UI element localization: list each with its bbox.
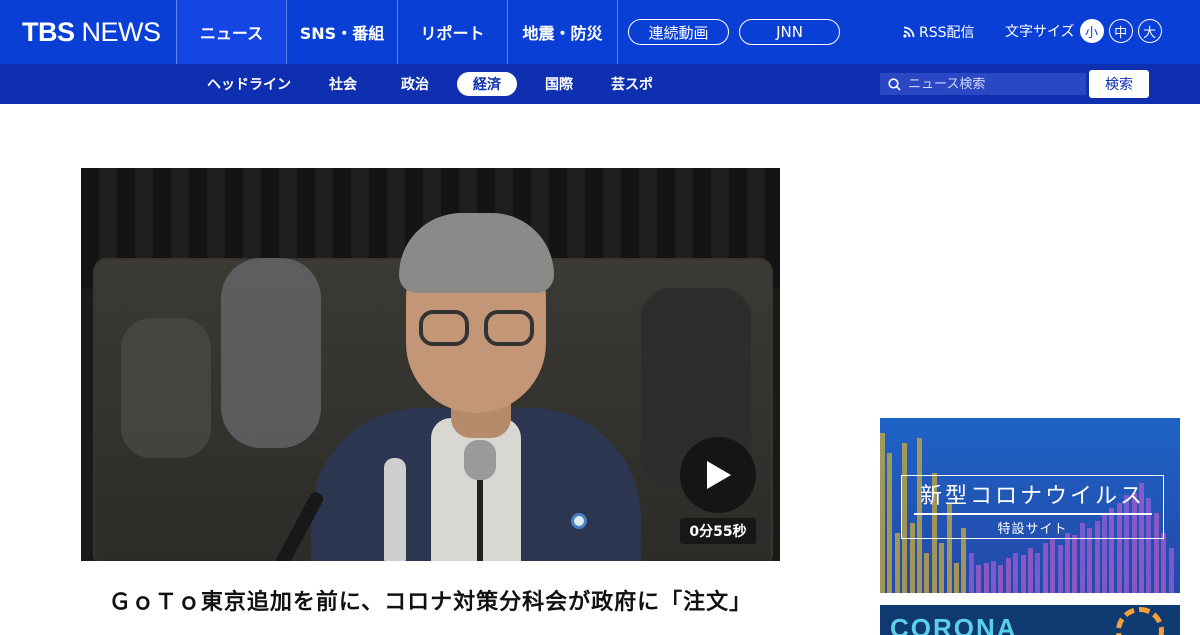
tbs-news-logo[interactable]: TBS NEWS (22, 14, 161, 50)
font-size-small-button[interactable]: 小 (1079, 19, 1104, 43)
search-button[interactable]: 検索 (1089, 70, 1149, 98)
site-header: TBS NEWS ニュース SNS・番組 リポート 地震・防災 連続動画 JNN… (0, 0, 1200, 64)
banner-decor-bar (1013, 553, 1019, 593)
rss-label: RSS配信 (919, 25, 975, 41)
news-search (880, 73, 1086, 95)
search-input[interactable] (908, 76, 1078, 92)
banner-decor-bar (976, 565, 982, 593)
play-button[interactable] (680, 437, 756, 513)
banner-decor-bar (1005, 558, 1011, 593)
banner-decor-bar (887, 453, 893, 593)
banner-decor-bar (983, 563, 989, 593)
nav-item-report[interactable]: リポート (397, 0, 507, 64)
banner-decor-bar (1161, 533, 1167, 593)
microphone (464, 440, 496, 480)
search-icon (888, 77, 901, 91)
subnav-item-society[interactable]: 社会 (313, 72, 373, 96)
font-size-control: 文字サイズ 小 中 大 (1005, 19, 1162, 43)
banner-decor-bar (1020, 555, 1026, 593)
banner-decor-bar (924, 553, 930, 593)
corona-banner-2[interactable]: CORONA (880, 605, 1180, 635)
play-icon (707, 461, 731, 489)
font-size-label: 文字サイズ (1005, 24, 1075, 40)
banner2-title: CORONA (890, 613, 1018, 635)
banner-decor-bar (1072, 535, 1078, 593)
banner-decor-bar (1035, 553, 1041, 593)
font-size-medium-button[interactable]: 中 (1108, 19, 1133, 43)
microphone-stand (477, 468, 483, 561)
banner-decor-bar (1050, 538, 1056, 593)
banner-decor-bar (1042, 543, 1048, 593)
banner-subtitle: 特設サイト (997, 521, 1068, 537)
speaker-glasses (484, 310, 534, 346)
banner-box: 新型コロナウイルス 特設サイト (901, 475, 1164, 539)
banner-decor-bar (939, 543, 945, 593)
rss-link[interactable]: RSS配信 (903, 22, 975, 42)
microphone (384, 458, 406, 561)
lapel-pin (571, 513, 587, 529)
font-size-large-button[interactable]: 大 (1137, 19, 1162, 43)
banner-decor-bar (894, 533, 900, 593)
speaker-glasses (419, 310, 469, 346)
subnav-item-politics[interactable]: 政治 (385, 72, 445, 96)
banner-decor-bar (968, 553, 974, 593)
background-person (221, 258, 321, 448)
banner-decor-bar (1028, 548, 1033, 593)
subnav-item-headline[interactable]: ヘッドライン (199, 72, 299, 96)
jnn-button[interactable]: JNN (739, 19, 840, 45)
background-person (121, 318, 211, 458)
banner-title: 新型コロナウイルス (919, 483, 1145, 509)
nav-item-sns[interactable]: SNS・番組 (286, 0, 397, 64)
nav-item-news[interactable]: ニュース (176, 0, 286, 64)
corona-special-banner[interactable]: 新型コロナウイルス 特設サイト (880, 418, 1180, 593)
banner-decor-bar (954, 563, 959, 593)
nav-item-disaster[interactable]: 地震・防災 (507, 0, 618, 64)
banner-decor-bar (1168, 548, 1174, 593)
rss-icon (903, 26, 915, 38)
video-player[interactable]: 0分55秒 (81, 168, 780, 561)
subnav-item-economy[interactable]: 経済 (457, 72, 517, 96)
continuous-video-button[interactable]: 連続動画 (628, 19, 729, 45)
logo-tbs: TBS (22, 16, 75, 47)
banner-decor-bar (991, 561, 996, 593)
subnav-item-entertainment-sports[interactable]: 芸スポ (601, 72, 663, 96)
banner-decor-bar (880, 433, 885, 593)
banner-decor-bar (998, 565, 1004, 593)
banner-divider (913, 512, 1152, 515)
banner-decor-bar (1057, 545, 1063, 593)
subnav-item-international[interactable]: 国際 (529, 72, 589, 96)
globe-icon (1116, 607, 1164, 635)
banner-decor-bar (1065, 533, 1070, 593)
video-duration: 0分55秒 (680, 518, 756, 544)
logo-news: NEWS (81, 16, 162, 47)
article-headline[interactable]: ＧｏＴｏ東京追加を前に、コロナ対策分科会が政府に「注文」 (81, 584, 780, 616)
main-nav: ニュース SNS・番組 リポート 地震・防災 (176, 0, 618, 64)
